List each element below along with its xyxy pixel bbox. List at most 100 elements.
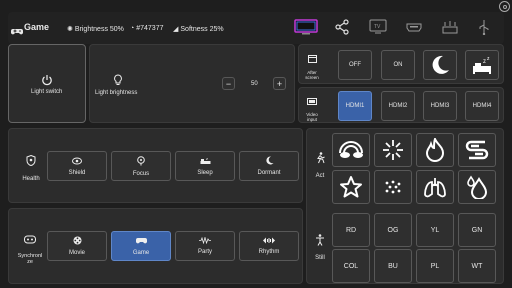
still-label: Still (315, 255, 325, 261)
rhythm-icon (263, 237, 275, 246)
still-color-bu[interactable]: BU (374, 249, 412, 283)
health-title: Health (17, 153, 45, 182)
after-screen-alarm-button[interactable]: zz (465, 50, 499, 80)
health-sleep-button[interactable]: z Sleep (175, 151, 235, 181)
calendar-icon (307, 50, 317, 68)
still-title: Still (309, 233, 331, 261)
brightness-decrease-button[interactable]: − (222, 77, 235, 90)
health-label: Health (22, 176, 40, 182)
effect-snake-button[interactable] (458, 133, 496, 167)
color-text: #747377 (136, 25, 164, 32)
softness-icon: ◢ (173, 26, 179, 33)
light-switch-label: Light switch (31, 89, 63, 95)
game-label: Game (132, 249, 150, 256)
still-color-rd[interactable]: RD (332, 213, 370, 247)
after-screen-title: After screen (299, 50, 325, 80)
hdmi-icon[interactable] (402, 16, 426, 38)
brightness-increase-button[interactable]: + (273, 77, 286, 90)
dots-icon (383, 179, 403, 195)
sleep-label: Sleep (197, 170, 213, 176)
softness-text: Softness 25% (180, 25, 224, 33)
still-color-og[interactable]: OG (374, 213, 412, 247)
sync-party-button[interactable]: Party (175, 231, 235, 261)
hdmi1-button[interactable]: HDMI1 (338, 91, 372, 121)
act-label: Act (315, 173, 325, 179)
hdmi3-button[interactable]: HDMI3 (423, 91, 457, 121)
still-color-gn[interactable]: GN (458, 213, 496, 247)
svg-text:z: z (483, 59, 486, 65)
act-still-panel: Act Still RD OG YL GN COL BU PL WT (306, 128, 504, 284)
health-focus-button[interactable]: Focus (111, 151, 171, 181)
health-panel: Health Shield Focus z Sleep Dormant (8, 128, 303, 203)
effect-fire-button[interactable] (416, 133, 454, 167)
svg-text:z: z (487, 56, 490, 62)
brightness-text: Brightness 50% (74, 25, 124, 33)
effect-lungs-button[interactable] (416, 170, 454, 204)
effect-firework-button[interactable] (374, 133, 412, 167)
waveform-icon (199, 235, 211, 246)
tv-icon[interactable]: TV (366, 16, 390, 38)
water-drops-icon (465, 175, 489, 199)
rainbow-icon (338, 139, 364, 161)
after-screen-label-2: screen (305, 75, 319, 80)
light-brightness-panel: Light brightness − 50 + (89, 44, 295, 123)
sync-movie-button[interactable]: Movie (47, 231, 107, 261)
after-screen-panel: After screen OFF ON zz (298, 44, 504, 84)
synchronize-label-2: ze (27, 259, 33, 265)
page-title: Game (24, 22, 50, 32)
monitor-icon[interactable] (294, 16, 318, 38)
sync-gamepad-icon (24, 231, 36, 249)
svg-text:TV: TV (374, 24, 381, 30)
brightness-value: 50 (251, 81, 258, 87)
sync-game-button[interactable]: Game (111, 231, 171, 261)
video-input-label-2: input (307, 117, 317, 122)
brightness-status: ✺ Brightness 50% (67, 25, 124, 34)
still-color-col[interactable]: COL (332, 249, 370, 283)
gamepad-icon (11, 23, 23, 41)
alarm-bed-icon: zz (471, 55, 493, 75)
act-title: Act (309, 151, 331, 179)
lungs-icon (423, 176, 447, 198)
snake-icon (465, 139, 489, 161)
eye-icon (72, 157, 82, 167)
star-icon (339, 175, 363, 199)
shield-label: Shield (68, 169, 86, 176)
health-dormant-button[interactable]: Dormant (239, 151, 299, 181)
usb-icon[interactable] (472, 16, 496, 38)
party-label: Party (197, 249, 212, 255)
health-shield-button[interactable]: Shield (47, 151, 107, 181)
after-screen-off-button[interactable]: OFF (338, 50, 372, 80)
settings-corner-icon[interactable] (499, 1, 510, 12)
sync-rhythm-button[interactable]: Rhythm (239, 231, 299, 261)
still-color-wt[interactable]: WT (458, 249, 496, 283)
effect-drops-button[interactable] (458, 170, 496, 204)
scene-icon[interactable] (438, 16, 462, 38)
film-reel-icon (73, 236, 82, 247)
focus-label: Focus (132, 170, 150, 177)
movie-label: Movie (68, 250, 85, 256)
dormant-label: Dormant (257, 170, 281, 176)
softness-status: ◢ Softness 25% (173, 25, 224, 34)
after-screen-on-button[interactable]: ON (381, 50, 415, 80)
light-brightness-label: Light brightness (95, 90, 138, 96)
hdmi2-button[interactable]: HDMI2 (381, 91, 415, 121)
color-status: ◔ #747377 (130, 25, 164, 32)
hdmi4-button[interactable]: HDMI4 (465, 91, 499, 121)
fire-icon (425, 138, 445, 162)
focus-icon (137, 155, 145, 168)
effect-dots-button[interactable] (374, 170, 412, 204)
running-person-icon (315, 151, 325, 169)
share-icon[interactable] (330, 16, 354, 38)
sleep-icon: z (200, 156, 211, 167)
moon-icon (429, 54, 451, 76)
after-screen-moon-button[interactable] (423, 50, 457, 80)
still-color-yl[interactable]: YL (416, 213, 454, 247)
still-color-pl[interactable]: PL (416, 249, 454, 283)
moon-small-icon (265, 156, 274, 167)
svg-text:z: z (206, 156, 208, 161)
effect-rainbow-button[interactable] (332, 133, 370, 167)
standing-person-icon (315, 233, 325, 251)
light-switch-panel[interactable]: Light switch (8, 44, 86, 123)
effect-star-button[interactable] (332, 170, 370, 204)
firework-icon (381, 138, 405, 162)
